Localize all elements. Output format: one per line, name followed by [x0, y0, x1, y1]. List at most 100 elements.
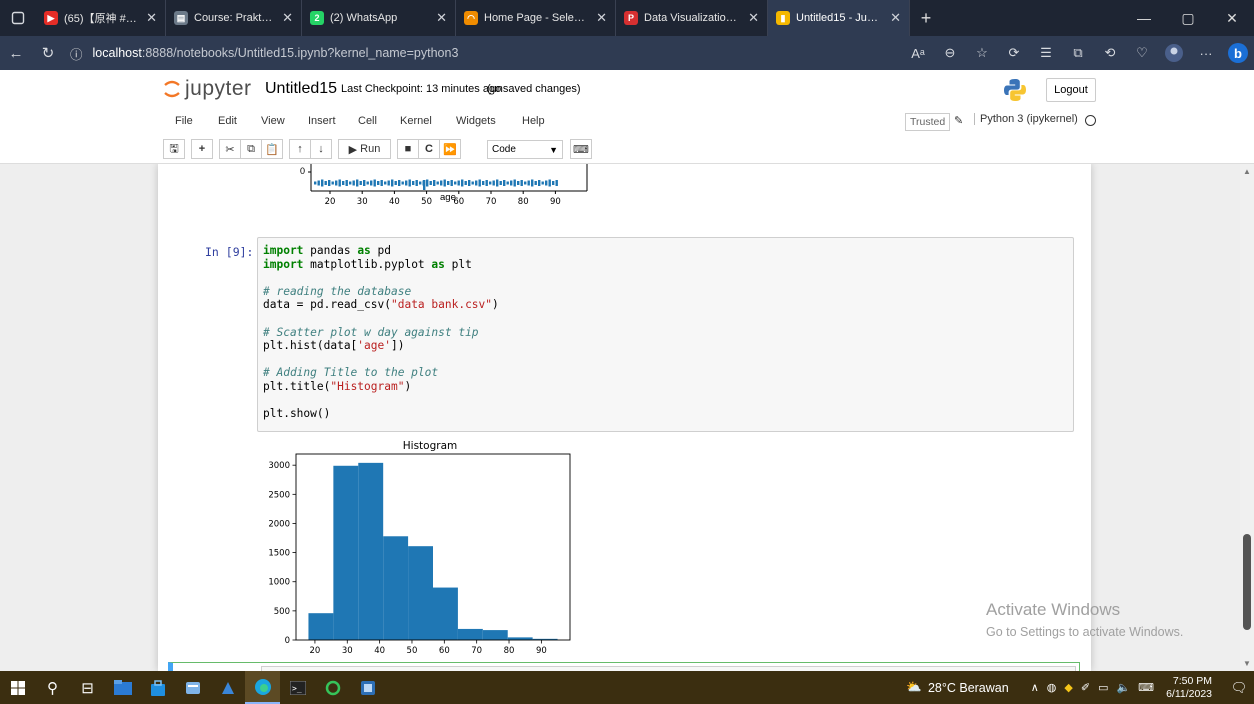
store-icon[interactable]	[140, 671, 175, 704]
tray-app-icon-1[interactable]: ◍	[1047, 681, 1057, 694]
clock[interactable]: 7:50 PM 6/11/2023	[1166, 675, 1212, 701]
refresh-icon[interactable]: ↻	[32, 36, 64, 70]
windows-start-icon[interactable]	[0, 671, 35, 704]
interrupt-icon[interactable]: ■	[397, 139, 419, 159]
browser-tab[interactable]: P Data Visualization Pyth ✕	[616, 0, 768, 36]
run-icon: ▶	[348, 143, 361, 156]
pen-icon[interactable]: ✐	[1081, 681, 1090, 694]
previous-plot-bar	[450, 180, 453, 186]
minimize-icon[interactable]: —	[1122, 0, 1166, 36]
copy-icon[interactable]: ⧉	[240, 139, 262, 159]
run-button[interactable]: ▶ Run	[338, 139, 391, 159]
fast-forward-icon[interactable]: ⏩	[439, 139, 461, 159]
keyboard-tray-icon[interactable]: ⌨	[1138, 681, 1154, 694]
code-line-2: import matplotlib.pyplot as plt	[263, 257, 472, 271]
more-icon[interactable]: ···	[1190, 36, 1222, 70]
menu-help[interactable]: Help	[522, 115, 545, 127]
back-icon[interactable]: ←	[0, 36, 32, 70]
tab-title: (2) WhatsApp	[330, 12, 398, 24]
restore-icon[interactable]: ▢	[1166, 0, 1210, 36]
previous-plot-bar	[349, 181, 352, 185]
jupyter-logo[interactable]: jupyter	[163, 77, 252, 101]
move-down-icon[interactable]: ↓	[310, 139, 332, 159]
code-cell-editor[interactable]: import pandas as pd import matplotlib.py…	[257, 237, 1074, 432]
scrollbar-thumb[interactable]	[1243, 534, 1251, 630]
terminal-icon[interactable]: >_	[280, 671, 315, 704]
browser-tab[interactable]: ▤ Course: Praktik Pemrog ✕	[166, 0, 302, 36]
menu-kernel[interactable]: Kernel	[400, 115, 432, 127]
previous-plot-bar	[534, 181, 537, 185]
previous-plot-bar	[468, 180, 471, 186]
file-explorer-icon[interactable]	[105, 671, 140, 704]
trusted-indicator[interactable]: Trusted	[905, 113, 951, 131]
site-info-icon[interactable]: ⓘ	[70, 44, 83, 63]
browser-tab[interactable]: ▮ Untitled15 - Jupyter N ✕	[768, 0, 910, 36]
cut-icon[interactable]: ✂	[219, 139, 241, 159]
menu-widgets[interactable]: Widgets	[456, 115, 496, 127]
close-tab-icon[interactable]: ✕	[282, 10, 293, 26]
app-icon-1[interactable]	[175, 671, 210, 704]
edge-icon[interactable]	[245, 671, 280, 704]
extensions-icon[interactable]: ⟳	[998, 36, 1030, 70]
kernel-name[interactable]: Python 3 (ipykernel)	[974, 113, 1078, 125]
save-icon[interactable]: 🖫	[163, 139, 185, 159]
notebook-name[interactable]: Untitled15	[265, 80, 337, 98]
menu-file[interactable]: File	[175, 115, 193, 127]
previous-plot-tick-label: 50	[421, 197, 432, 207]
browser-tab[interactable]: ▶ (65)【原神 #24】久々の ✕	[36, 0, 166, 36]
histogram-bar	[457, 628, 483, 640]
close-tab-icon[interactable]: ✕	[146, 10, 157, 26]
tab-actions-icon[interactable]	[0, 0, 36, 36]
notification-icon[interactable]: 🗨	[1224, 671, 1254, 704]
volume-icon[interactable]: 🔈	[1116, 681, 1130, 694]
cell-type-select[interactable]: Code ▼	[487, 140, 563, 159]
keyboard-icon[interactable]: ⌨	[570, 139, 592, 159]
app-icon-4[interactable]	[350, 671, 385, 704]
tray-chevron-icon[interactable]: ∧	[1031, 681, 1039, 694]
page-scrollbar[interactable]: ▲ ▼	[1240, 164, 1254, 671]
menu-insert[interactable]: Insert	[308, 115, 336, 127]
menu-view[interactable]: View	[261, 115, 285, 127]
previous-plot-bar	[457, 180, 460, 186]
restart-icon[interactable]: C	[418, 139, 440, 159]
previous-plot-bar	[440, 180, 443, 186]
bing-copilot-icon[interactable]: b	[1222, 36, 1254, 70]
logout-button[interactable]: Logout	[1046, 78, 1096, 102]
browser-tab[interactable]: ◠ Home Page - Select or ✕	[456, 0, 616, 36]
app-icon-3[interactable]	[315, 671, 350, 704]
next-code-cell[interactable]	[168, 662, 1080, 671]
close-tab-icon[interactable]: ✕	[748, 10, 759, 26]
favorite-star-icon[interactable]: ☆	[966, 36, 998, 70]
jupyter-logo-text: jupyter	[185, 77, 252, 100]
new-tab-button[interactable]: +	[910, 0, 942, 36]
weather-widget[interactable]: ⛅ 28°C Berawan	[906, 680, 1008, 695]
performance-icon[interactable]: ♡	[1126, 36, 1158, 70]
scroll-up-icon[interactable]: ▲	[1243, 167, 1251, 176]
close-tab-icon[interactable]: ✕	[596, 10, 607, 26]
profile-avatar[interactable]	[1158, 36, 1190, 70]
close-tab-icon[interactable]: ✕	[890, 10, 901, 26]
zoom-icon[interactable]: ⊖	[934, 36, 966, 70]
paste-icon[interactable]: 📋	[261, 139, 283, 159]
close-tab-icon[interactable]: ✕	[436, 10, 447, 26]
scroll-down-icon[interactable]: ▼	[1243, 659, 1251, 668]
task-view-icon[interactable]: ⊟	[70, 671, 105, 704]
insert-cell-icon[interactable]: +	[191, 139, 213, 159]
tray-app-icon-2[interactable]: ◆	[1064, 681, 1072, 694]
menu-edit[interactable]: Edit	[218, 115, 237, 127]
close-window-icon[interactable]: ✕	[1210, 0, 1254, 36]
read-aloud-icon[interactable]: Aᵃ	[902, 36, 934, 70]
favorites-icon[interactable]: ☰	[1030, 36, 1062, 70]
move-up-icon[interactable]: ↑	[289, 139, 311, 159]
previous-plot-bar	[527, 180, 530, 186]
browser-tab[interactable]: 2 (2) WhatsApp ✕	[302, 0, 456, 36]
app-icon-2[interactable]	[210, 671, 245, 704]
edit-pencil-icon[interactable]: ✎	[954, 114, 963, 127]
search-icon[interactable]: ⚲	[35, 671, 70, 704]
url-field[interactable]: ⓘ localhost:8888/notebooks/Untitled15.ip…	[70, 44, 710, 63]
collections-icon[interactable]: ⧉	[1062, 36, 1094, 70]
previous-plot-bar	[373, 179, 376, 187]
battery-icon[interactable]: ▭	[1098, 681, 1108, 694]
menu-cell[interactable]: Cell	[358, 115, 377, 127]
history-icon[interactable]: ⟲	[1094, 36, 1126, 70]
